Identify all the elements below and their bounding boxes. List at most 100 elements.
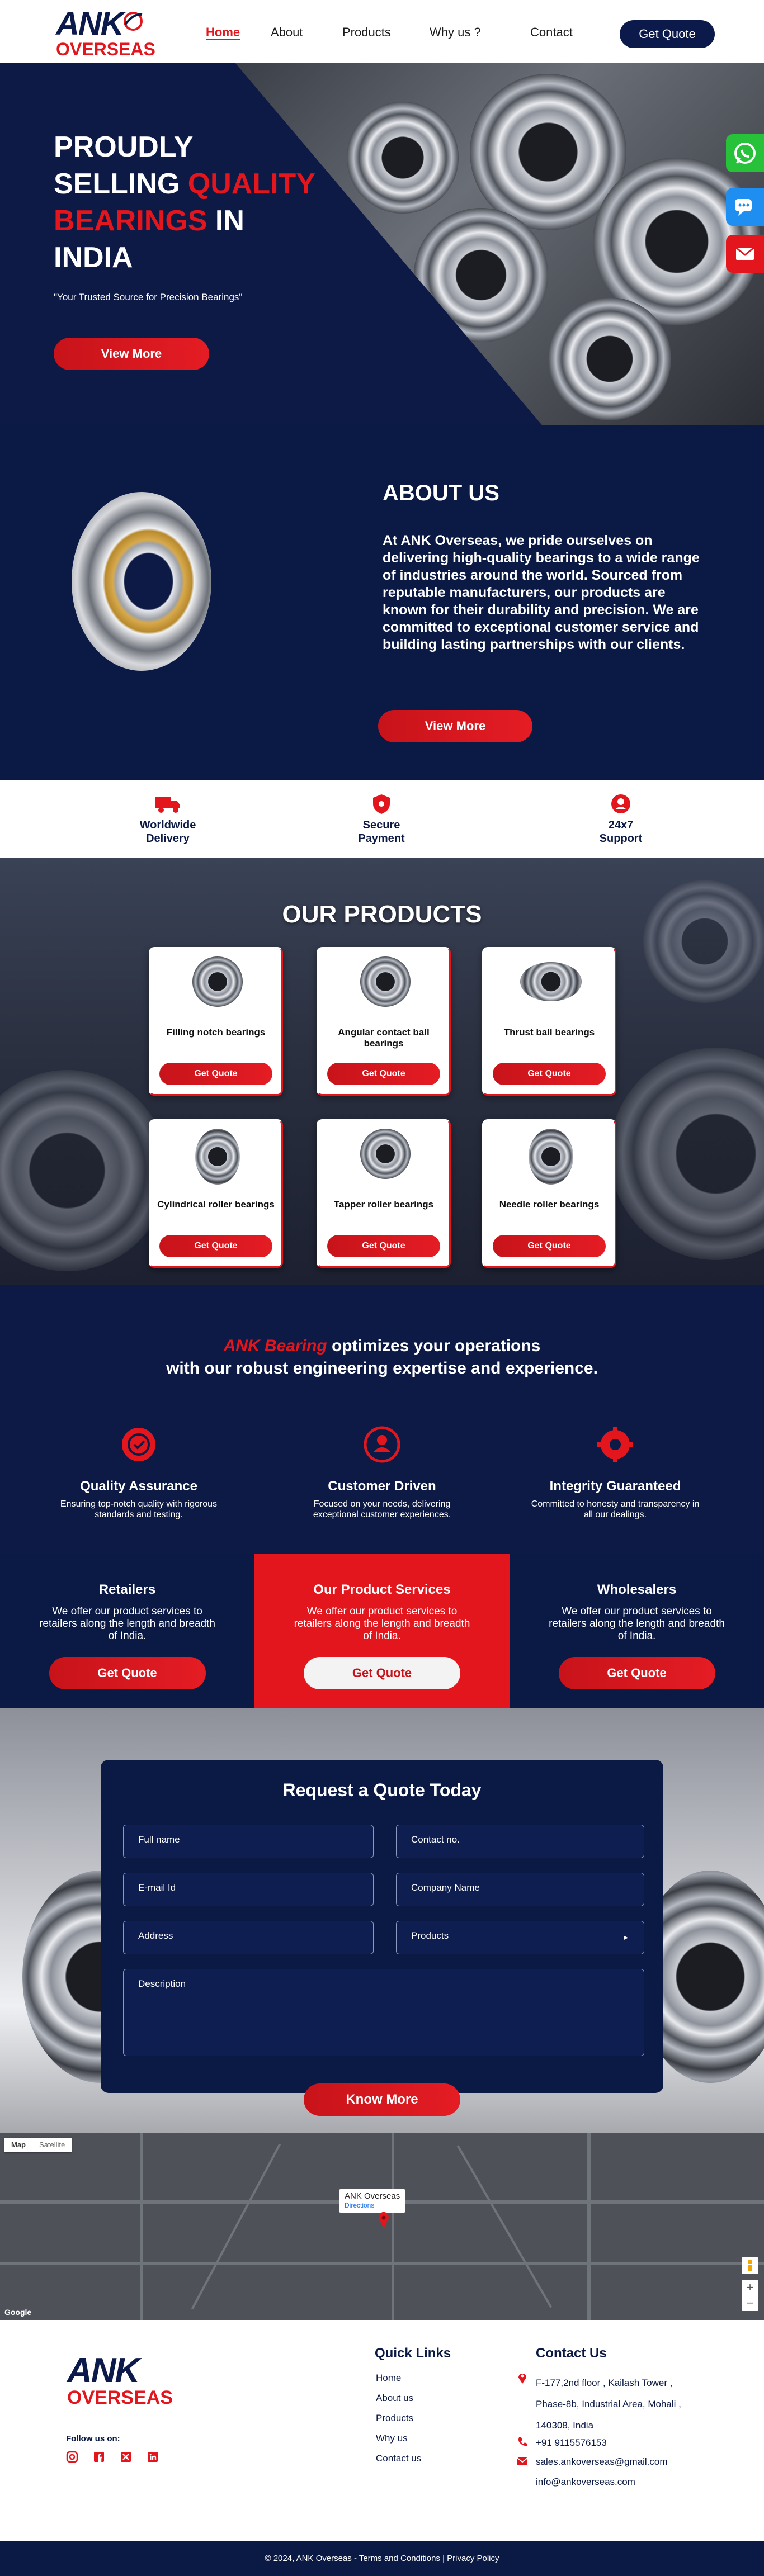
hero-view-more-button[interactable]: View More	[54, 338, 209, 370]
email-info[interactable]: info@ankoverseas.com	[536, 2476, 635, 2488]
chat-button[interactable]	[726, 188, 764, 226]
product-image	[360, 956, 411, 1007]
footer-link-products[interactable]: Products	[376, 2413, 413, 2424]
hero-tagline: "Your Trusted Source for Precision Beari…	[54, 292, 243, 302]
nav-home[interactable]: Home	[206, 26, 240, 40]
product-card: Needle roller bearings Get Quote	[482, 1119, 616, 1268]
zoom-control: + −	[742, 2280, 758, 2311]
map-pin-icon[interactable]	[378, 2212, 390, 2229]
feature-secure-payment: Secure Payment	[320, 793, 443, 845]
product-card: Thrust ball bearings Get Quote	[482, 947, 616, 1096]
footer-link-why-us[interactable]: Why us	[376, 2433, 408, 2444]
directions-link[interactable]: Directions	[345, 2201, 400, 2210]
footer-link-about[interactable]: About us	[376, 2393, 413, 2404]
feature-worldwide-delivery: Worldwide Delivery	[106, 793, 229, 845]
satellite-tab[interactable]: Satellite	[32, 2138, 72, 2152]
footer-link-contact[interactable]: Contact us	[376, 2453, 421, 2464]
service-product-services: Our Product Services We offer our produc…	[254, 1554, 510, 1708]
quote-section: Request a Quote Today Full name Contact …	[0, 1708, 764, 2133]
product-image	[192, 956, 243, 1007]
zoom-out-icon[interactable]: −	[742, 2295, 758, 2311]
wholesalers-get-quote-button[interactable]: Get Quote	[558, 1657, 715, 1689]
full-name-field[interactable]: Full name	[123, 1825, 374, 1858]
instagram-icon[interactable]	[66, 2451, 78, 2463]
product-image	[360, 1129, 411, 1179]
about-view-more-button[interactable]: View More	[378, 710, 532, 742]
email-field[interactable]: E-mail Id	[123, 1873, 374, 1906]
hero-heading: PROUDLY SELLING QUALITY BEARINGS IN INDI…	[54, 131, 316, 274]
chat-icon	[735, 199, 752, 216]
product-card: Angular contact ball bearings Get Quote	[317, 947, 451, 1096]
map-tab[interactable]: Map	[4, 2138, 32, 2152]
globe-icon	[124, 12, 143, 31]
contact-us-title: Contact Us	[536, 2346, 607, 2361]
social-links	[66, 2451, 159, 2463]
product-card: Filling notch bearings Get Quote	[149, 947, 283, 1096]
nav-why-us[interactable]: Why us ?	[430, 26, 481, 39]
about-bearing-image	[72, 492, 211, 671]
linkedin-icon[interactable]	[147, 2451, 159, 2463]
features-bar: Worldwide Delivery Secure Payment 24x7 Supp…	[0, 780, 764, 858]
customer-icon	[364, 1426, 400, 1463]
mail-icon	[735, 247, 754, 260]
optimize-section: ANK Bearing optimizes your operations wi…	[0, 1285, 764, 1554]
follow-label: Follow us on:	[66, 2434, 120, 2444]
map-info-card: ANK Overseas Directions	[339, 2189, 406, 2213]
product-services-get-quote-button[interactable]: Get Quote	[304, 1657, 460, 1689]
facebook-icon[interactable]	[93, 2451, 105, 2463]
retailers-get-quote-button[interactable]: Get Quote	[49, 1657, 206, 1689]
product-image	[520, 962, 582, 1001]
product-get-quote-button[interactable]: Get Quote	[327, 1235, 440, 1257]
product-name: Cylindrical roller bearings	[157, 1199, 275, 1210]
optimize-heading: ANK Bearing optimizes your operations wi…	[166, 1337, 598, 1377]
location-icon	[518, 2374, 526, 2384]
whatsapp-icon	[734, 143, 756, 164]
logo-text-overseas: OVERSEAS	[56, 39, 155, 59]
support-icon	[611, 794, 630, 813]
about-text: At ANK Overseas, we pride ourselves on d…	[383, 533, 700, 652]
logo[interactable]: ANK OVERSEAS	[56, 8, 155, 59]
product-name: Thrust ball bearings	[503, 1027, 595, 1038]
quote-title: Request a Quote Today	[282, 1780, 482, 1800]
footer-logo[interactable]: ANK OVERSEAS	[67, 2354, 173, 2408]
header-get-quote-button[interactable]: Get Quote	[620, 20, 715, 48]
street-view-button[interactable]	[742, 2257, 758, 2274]
email-sales[interactable]: sales.ankoverseas@gmail.com	[536, 2456, 668, 2468]
feature-support: 24x7 Support	[559, 793, 682, 845]
product-get-quote-button[interactable]: Get Quote	[159, 1063, 272, 1085]
shield-icon	[373, 794, 390, 814]
nav-contact[interactable]: Contact	[530, 26, 573, 39]
products-section: OUR PRODUCTS Filling notch bearings Get …	[0, 858, 764, 1285]
company-field[interactable]: Company Name	[396, 1873, 644, 1906]
product-get-quote-button[interactable]: Get Quote	[327, 1063, 440, 1085]
quality-badge-icon	[122, 1428, 155, 1461]
product-card: Cylindrical roller bearings Get Quote	[149, 1119, 283, 1268]
nav-about[interactable]: About	[271, 26, 303, 39]
address-field[interactable]: Address	[123, 1921, 374, 1954]
google-map[interactable]: Map Satellite ANK Overseas Directions + …	[0, 2133, 764, 2320]
product-card: Tapper roller bearings Get Quote	[317, 1119, 451, 1268]
footer-link-home[interactable]: Home	[376, 2373, 401, 2384]
mail-icon	[517, 2457, 528, 2465]
footer: ANK OVERSEAS Follow us on: Quick Links H…	[0, 2320, 764, 2561]
description-field[interactable]: Description	[123, 1969, 644, 2056]
product-get-quote-button[interactable]: Get Quote	[159, 1235, 272, 1257]
know-more-button[interactable]: Know More	[304, 2083, 460, 2116]
whatsapp-button[interactable]	[726, 134, 764, 172]
product-image	[529, 1129, 573, 1185]
pegman-icon	[748, 2260, 752, 2271]
map-type-control: Map Satellite	[4, 2138, 72, 2152]
contact-field[interactable]: Contact no.	[396, 1825, 644, 1858]
about-title: ABOUT US	[383, 481, 499, 505]
product-get-quote-button[interactable]: Get Quote	[493, 1235, 606, 1257]
mail-button[interactable]	[726, 235, 764, 273]
products-select[interactable]: Products ▸	[396, 1921, 644, 1954]
x-twitter-icon[interactable]	[120, 2451, 132, 2463]
product-name: Filling notch bearings	[166, 1027, 266, 1038]
product-get-quote-button[interactable]: Get Quote	[493, 1063, 606, 1085]
zoom-in-icon[interactable]: +	[742, 2280, 758, 2295]
site-header: ANK OVERSEAS Home About Products Why us …	[0, 0, 764, 63]
phone-number[interactable]: +91 9115576153	[536, 2437, 607, 2449]
phone-icon	[518, 2437, 527, 2446]
nav-products[interactable]: Products	[342, 26, 391, 39]
